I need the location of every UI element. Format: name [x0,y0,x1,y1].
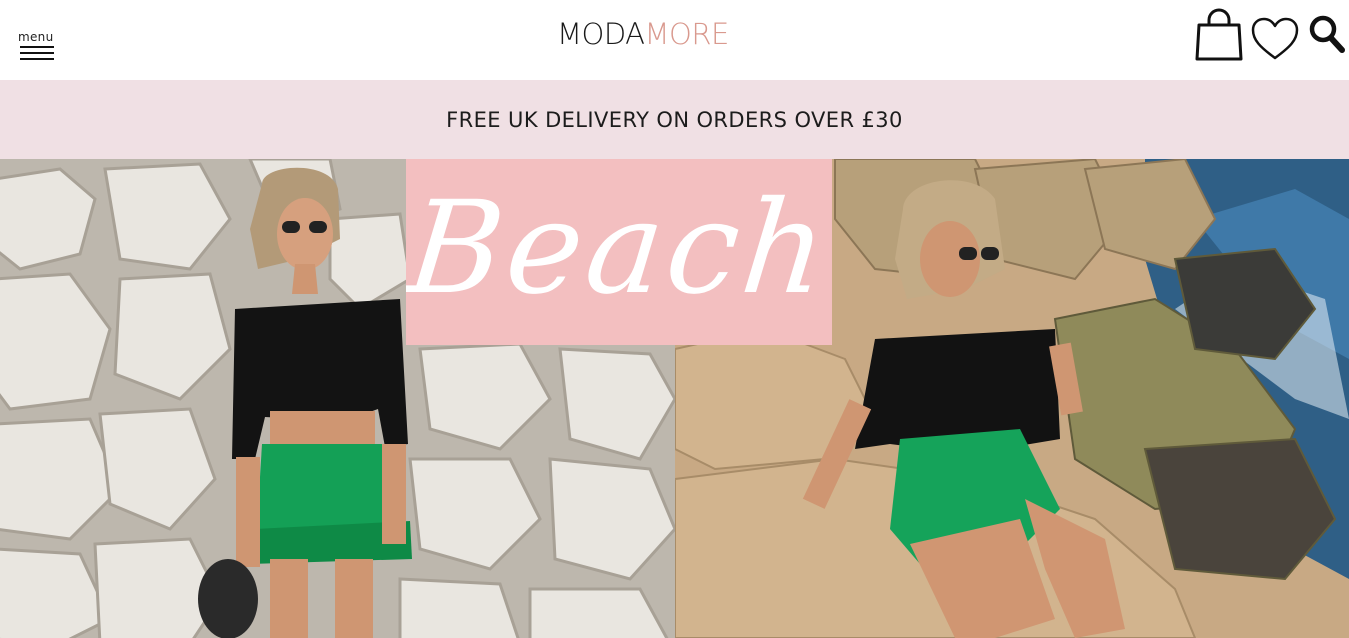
hero-headline: Beach [406,174,832,323]
promo-text: FREE UK DELIVERY ON ORDERS OVER £30 [446,107,903,132]
promo-banner[interactable]: FREE UK DELIVERY ON ORDERS OVER £30 [0,80,1349,159]
heart-icon[interactable] [1250,16,1300,62]
menu-label: menu [18,30,54,44]
site-logo[interactable]: MODAMORE [557,16,737,52]
logo-part-more: MORE [644,17,730,51]
hamburger-icon [20,46,54,62]
shopping-bag-icon[interactable] [1194,8,1244,62]
menu-button[interactable]: menu [18,30,58,66]
site-header: menu MODAMORE [0,0,1349,80]
hero-banner[interactable]: Beach [0,159,1349,638]
hero-headline-box: Beach [406,159,832,345]
logo-part-moda: MODA [557,17,645,51]
search-icon[interactable] [1308,14,1346,54]
